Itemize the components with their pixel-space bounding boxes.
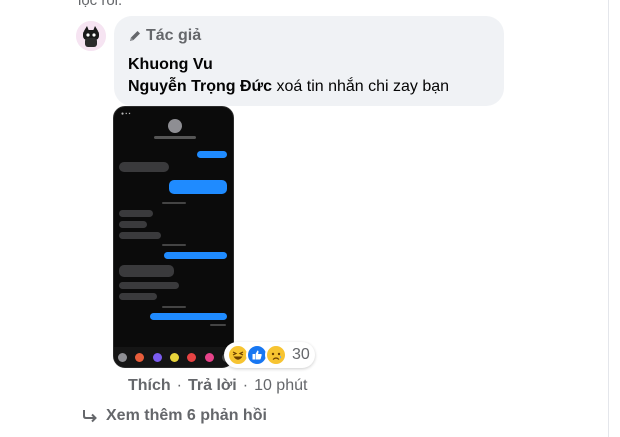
contact-name-placeholder [154,136,196,139]
comment-text: Nguyễn Trọng Đức xoá tin nhắn chi zay bạ… [128,78,449,96]
reply-link[interactable]: Trả lời [188,377,237,395]
imessage-app-bar [114,347,233,367]
view-more-replies[interactable]: Xem thêm 6 phản hồi [82,407,267,425]
sent-message [164,252,227,259]
reaction-summary[interactable]: 30 [224,342,315,368]
delivered-label [210,324,226,326]
timestamp [162,202,186,204]
separator: · [176,377,182,394]
received-message [119,232,161,239]
view-more-replies-label: Xem thêm 6 phản hồi [106,407,267,424]
attached-screenshot[interactable]: ● ▪ ▪ [113,106,234,368]
received-message [119,221,147,228]
sent-message [197,151,227,158]
commenter-name[interactable]: Khuong Vu [128,56,213,74]
comment-actions: Thích · Trả lời · 10 phút [128,377,307,395]
received-message [119,293,157,300]
received-message [119,265,174,277]
received-message [119,162,169,172]
contact-avatar-icon [168,119,182,133]
received-message [119,210,153,217]
reaction-count: 30 [292,346,310,363]
comment-body: xoá tin nhắn chi zay bạn [276,78,450,95]
like-link[interactable]: Thích [128,377,171,395]
comment-time[interactable]: 10 phút [254,377,307,395]
timestamp [162,244,186,246]
previous-comment-text: lọc rồi. [78,0,123,9]
timestamp [162,306,186,308]
sent-message [150,313,227,320]
author-badge: Tác giả [128,27,201,45]
avatar-icon [76,21,106,51]
pencil-icon [130,31,140,41]
mention-link[interactable]: Nguyễn Trọng Đức [128,78,272,95]
received-message [119,282,179,289]
avatar[interactable] [76,21,106,51]
sent-message [169,180,227,194]
separator: · [242,377,249,394]
comment-bubble: Tác giả Khuong Vu Nguyễn Trọng Đức xoá t… [114,16,504,106]
panel-divider [608,0,609,437]
sad-icon [265,344,287,366]
phone-status-bar: ● ▪ ▪ [121,111,131,117]
reply-arrow-icon [83,410,97,423]
author-badge-label: Tác giả [146,27,202,44]
